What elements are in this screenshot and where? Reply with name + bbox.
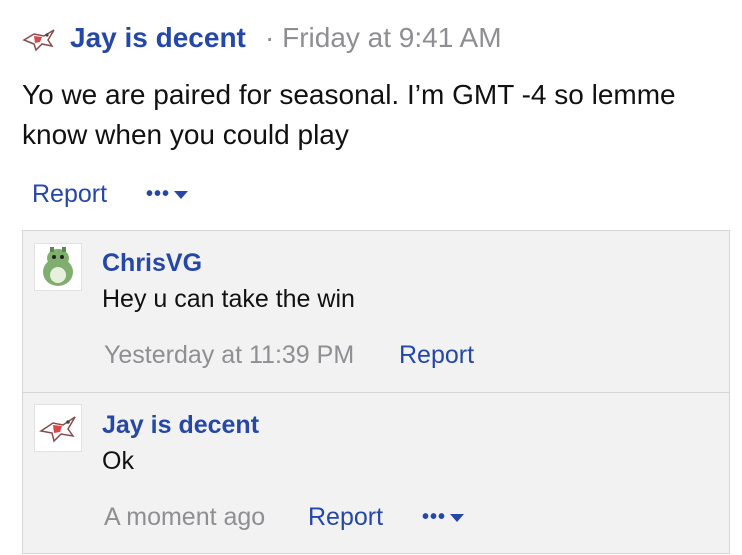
author-avatar-icon[interactable] bbox=[22, 24, 56, 54]
post-timestamp: · Friday at 9:41 AM bbox=[265, 22, 502, 53]
commenter-avatar-icon[interactable] bbox=[34, 404, 82, 452]
comment-text: Hey u can take the win bbox=[102, 285, 355, 313]
comment-divider bbox=[22, 392, 730, 393]
chevron-down-icon bbox=[174, 190, 189, 199]
chevron-down-icon bbox=[450, 513, 465, 522]
comment-report-link[interactable]: Report bbox=[308, 503, 383, 532]
more-dots-icon: ••• bbox=[422, 506, 447, 528]
post-report-link[interactable]: Report bbox=[32, 180, 107, 209]
post-author-link[interactable]: Jay is decent bbox=[70, 22, 246, 54]
comment-timestamp: A moment ago bbox=[104, 503, 266, 531]
more-dots-icon: ••• bbox=[146, 183, 171, 205]
comment-author-link[interactable]: ChrisVG bbox=[102, 249, 202, 278]
commenter-avatar-icon[interactable] bbox=[34, 243, 82, 291]
comment-author-link[interactable]: Jay is decent bbox=[102, 411, 259, 440]
comment-text: Ok bbox=[102, 447, 134, 475]
comment-report-link[interactable]: Report bbox=[399, 341, 474, 370]
comment-more-menu[interactable]: ••• bbox=[422, 506, 465, 529]
post-body-text: Yo we are paired for seasonal. I’m GMT -… bbox=[22, 79, 676, 150]
post-more-menu[interactable]: ••• bbox=[146, 183, 189, 206]
comment-timestamp: Yesterday at 11:39 PM bbox=[104, 341, 355, 369]
